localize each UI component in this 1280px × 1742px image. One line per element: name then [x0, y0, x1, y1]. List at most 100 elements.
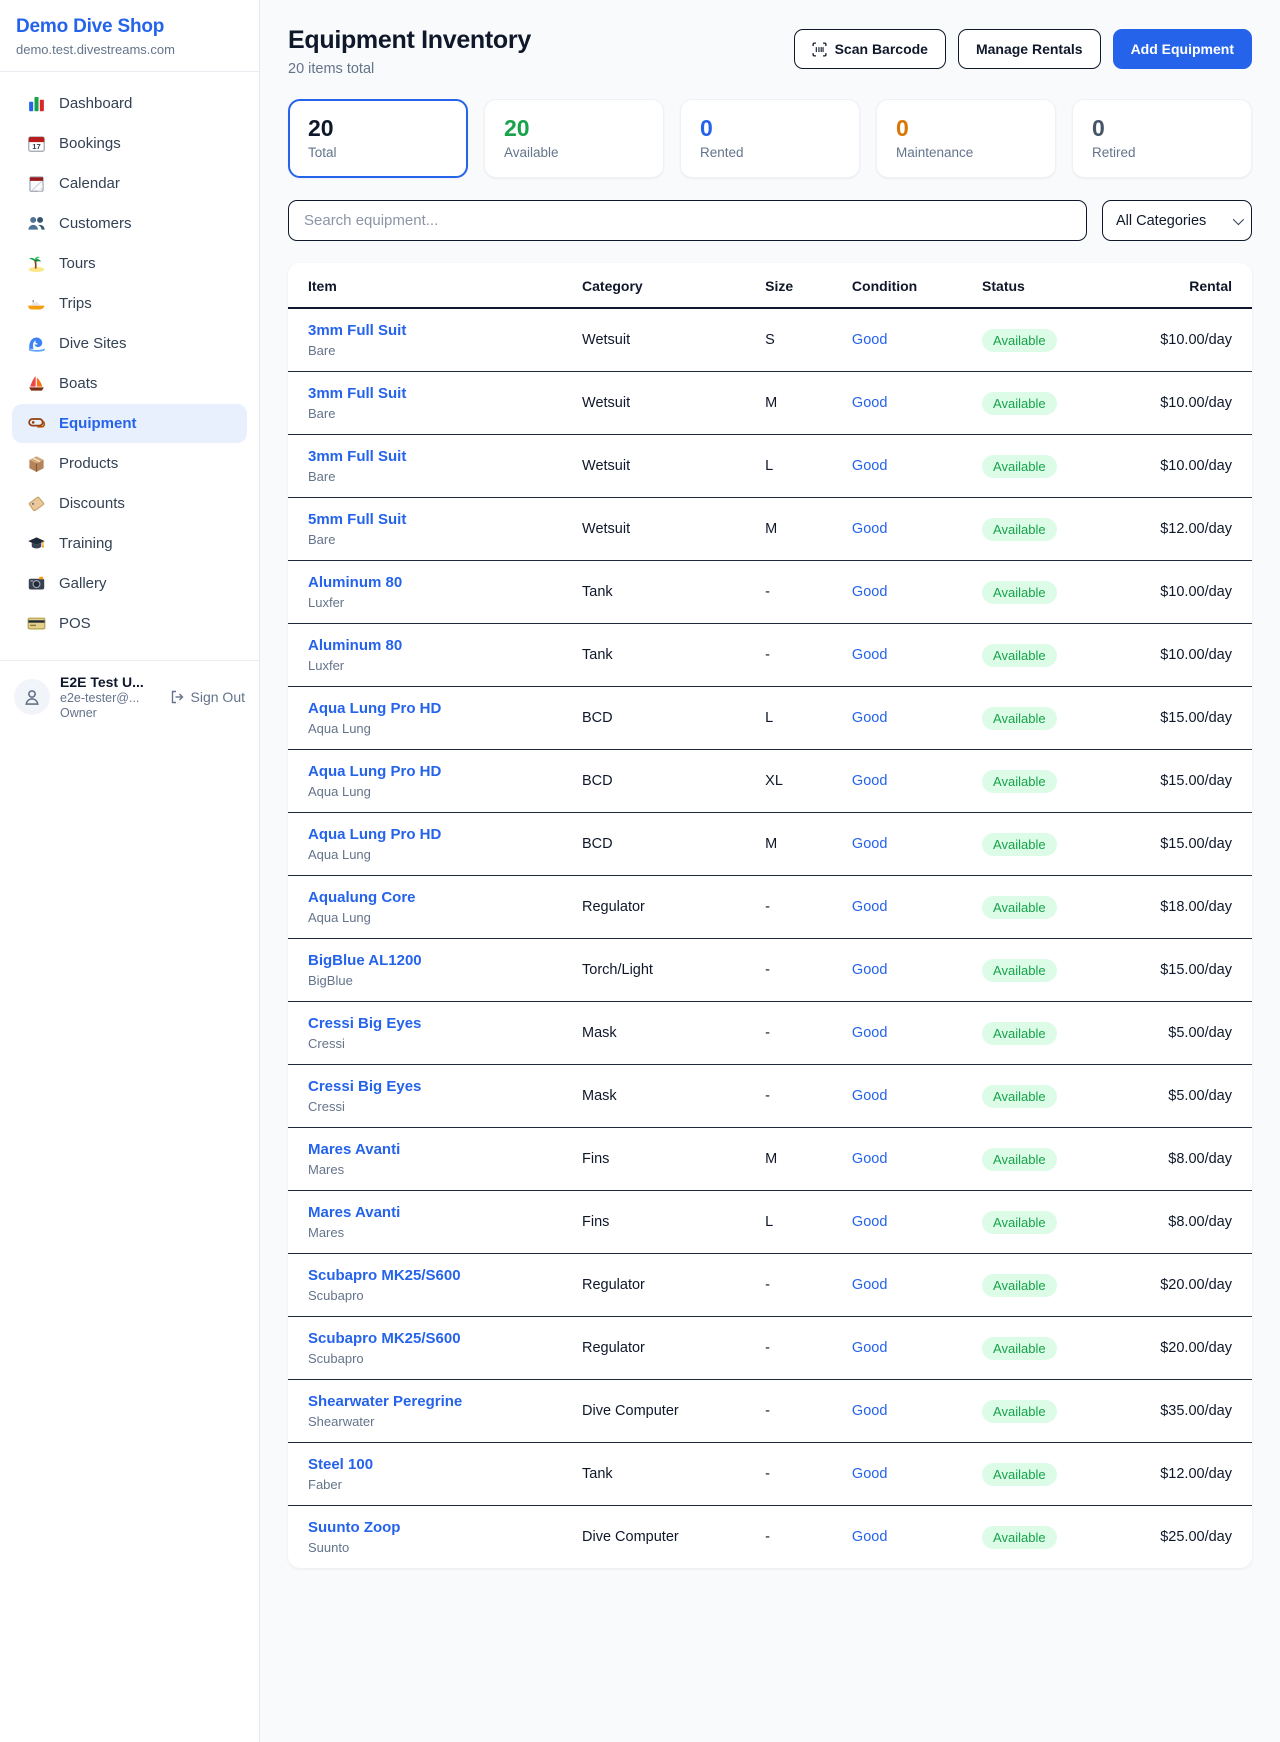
sidebar-item-equipment[interactable]: Equipment: [12, 404, 247, 443]
sidebar-item-training[interactable]: Training: [12, 524, 247, 563]
sidebar-item-bookings[interactable]: 17 Bookings: [12, 124, 247, 163]
condition-link[interactable]: Good: [852, 458, 887, 474]
user-email: e2e-tester@...: [60, 691, 144, 705]
condition-link[interactable]: Good: [852, 1025, 887, 1041]
item-size: -: [765, 876, 852, 939]
item-name-link[interactable]: Shearwater Peregrine: [308, 1393, 582, 1410]
scan-barcode-button[interactable]: Scan Barcode: [794, 29, 946, 69]
sidebar-item-customers[interactable]: Customers: [12, 204, 247, 243]
stat-card-retired[interactable]: 0 Retired: [1072, 99, 1252, 178]
sidebar-item-dive-sites[interactable]: Dive Sites: [12, 324, 247, 363]
person-icon: [22, 687, 42, 707]
rental-price: $15.00/day: [1160, 710, 1232, 726]
condition-link[interactable]: Good: [852, 1277, 887, 1293]
condition-link[interactable]: Good: [852, 773, 887, 789]
item-name-link[interactable]: Cressi Big Eyes: [308, 1015, 582, 1032]
item-name-link[interactable]: Steel 100: [308, 1456, 582, 1473]
user-role: Owner: [60, 706, 144, 720]
table-row: Steel 100 Faber Tank - Good Available $1…: [288, 1443, 1252, 1506]
sidebar-item-tours[interactable]: Tours: [12, 244, 247, 283]
stat-card-maintenance[interactable]: 0 Maintenance: [876, 99, 1056, 178]
item-brand: Aqua Lung: [308, 721, 582, 736]
condition-link[interactable]: Good: [852, 1088, 887, 1104]
rental-price: $18.00/day: [1160, 899, 1232, 915]
item-size: S: [765, 308, 852, 372]
item-name-link[interactable]: 3mm Full Suit: [308, 322, 582, 339]
item-size: L: [765, 435, 852, 498]
item-brand: Mares: [308, 1162, 582, 1177]
col-header-size: Size: [765, 263, 852, 308]
item-name-link[interactable]: Mares Avanti: [308, 1204, 582, 1221]
category-select[interactable]: All Categories: [1102, 200, 1252, 241]
condition-link[interactable]: Good: [852, 899, 887, 915]
brand-title[interactable]: Demo Dive Shop: [16, 16, 243, 38]
item-category: Tank: [582, 561, 765, 624]
table-row: Scubapro MK25/S600 Scubapro Regulator - …: [288, 1254, 1252, 1317]
item-name-link[interactable]: 3mm Full Suit: [308, 448, 582, 465]
stat-card-rented[interactable]: 0 Rented: [680, 99, 860, 178]
item-name-link[interactable]: Aqualung Core: [308, 889, 582, 906]
rental-price: $20.00/day: [1160, 1340, 1232, 1356]
status-badge: Available: [982, 329, 1057, 352]
condition-link[interactable]: Good: [852, 332, 887, 348]
sidebar-item-calendar[interactable]: Calendar: [12, 164, 247, 203]
item-name-link[interactable]: Aluminum 80: [308, 574, 582, 591]
condition-link[interactable]: Good: [852, 836, 887, 852]
rental-price: $15.00/day: [1160, 773, 1232, 789]
condition-link[interactable]: Good: [852, 962, 887, 978]
rental-price: $8.00/day: [1168, 1151, 1232, 1167]
table-row: Suunto Zoop Suunto Dive Computer - Good …: [288, 1506, 1252, 1569]
item-category: Fins: [582, 1191, 765, 1254]
notepad-calendar-icon: [27, 174, 46, 193]
add-equipment-button[interactable]: Add Equipment: [1113, 29, 1252, 69]
condition-link[interactable]: Good: [852, 1151, 887, 1167]
status-badge: Available: [982, 1400, 1057, 1423]
condition-link[interactable]: Good: [852, 395, 887, 411]
condition-link[interactable]: Good: [852, 1340, 887, 1356]
stat-card-available[interactable]: 20 Available: [484, 99, 664, 178]
rental-price: $15.00/day: [1160, 962, 1232, 978]
sidebar-item-discounts[interactable]: Discounts: [12, 484, 247, 523]
sidebar-item-pos[interactable]: POS: [12, 604, 247, 643]
sidebar-item-gallery[interactable]: Gallery: [12, 564, 247, 603]
item-name-link[interactable]: 5mm Full Suit: [308, 511, 582, 528]
item-category: BCD: [582, 750, 765, 813]
item-name-link[interactable]: BigBlue AL1200: [308, 952, 582, 969]
sign-out-button[interactable]: Sign Out: [169, 689, 245, 705]
condition-link[interactable]: Good: [852, 521, 887, 537]
sidebar-item-boats[interactable]: Boats: [12, 364, 247, 403]
wave-icon: [27, 334, 46, 353]
item-name-link[interactable]: Aqua Lung Pro HD: [308, 763, 582, 780]
condition-link[interactable]: Good: [852, 710, 887, 726]
item-name-link[interactable]: Suunto Zoop: [308, 1519, 582, 1536]
sidebar-item-dashboard[interactable]: Dashboard: [12, 84, 247, 123]
item-name-link[interactable]: Mares Avanti: [308, 1141, 582, 1158]
item-category: Dive Computer: [582, 1380, 765, 1443]
item-name-link[interactable]: Aqua Lung Pro HD: [308, 700, 582, 717]
item-size: -: [765, 1254, 852, 1317]
item-name-link[interactable]: Scubapro MK25/S600: [308, 1267, 582, 1284]
condition-link[interactable]: Good: [852, 1529, 887, 1545]
condition-link[interactable]: Good: [852, 647, 887, 663]
item-name-link[interactable]: Aluminum 80: [308, 637, 582, 654]
sidebar-item-products[interactable]: Products: [12, 444, 247, 483]
rental-price: $35.00/day: [1160, 1403, 1232, 1419]
sidebar-item-trips[interactable]: Trips: [12, 284, 247, 323]
condition-link[interactable]: Good: [852, 1403, 887, 1419]
item-name-link[interactable]: Cressi Big Eyes: [308, 1078, 582, 1095]
item-size: -: [765, 561, 852, 624]
item-name-link[interactable]: 3mm Full Suit: [308, 385, 582, 402]
manage-rentals-button[interactable]: Manage Rentals: [958, 29, 1101, 69]
condition-link[interactable]: Good: [852, 1214, 887, 1230]
table-body: 3mm Full Suit Bare Wetsuit S Good Availa…: [288, 308, 1252, 1568]
item-brand: Aqua Lung: [308, 847, 582, 862]
item-category: BCD: [582, 813, 765, 876]
condition-link[interactable]: Good: [852, 584, 887, 600]
stat-value: 20: [308, 115, 448, 142]
stat-card-total[interactable]: 20 Total: [288, 99, 468, 178]
item-name-link[interactable]: Aqua Lung Pro HD: [308, 826, 582, 843]
condition-link[interactable]: Good: [852, 1466, 887, 1482]
sidebar-item-label: Gallery: [59, 575, 107, 592]
item-name-link[interactable]: Scubapro MK25/S600: [308, 1330, 582, 1347]
search-input[interactable]: [288, 200, 1087, 241]
